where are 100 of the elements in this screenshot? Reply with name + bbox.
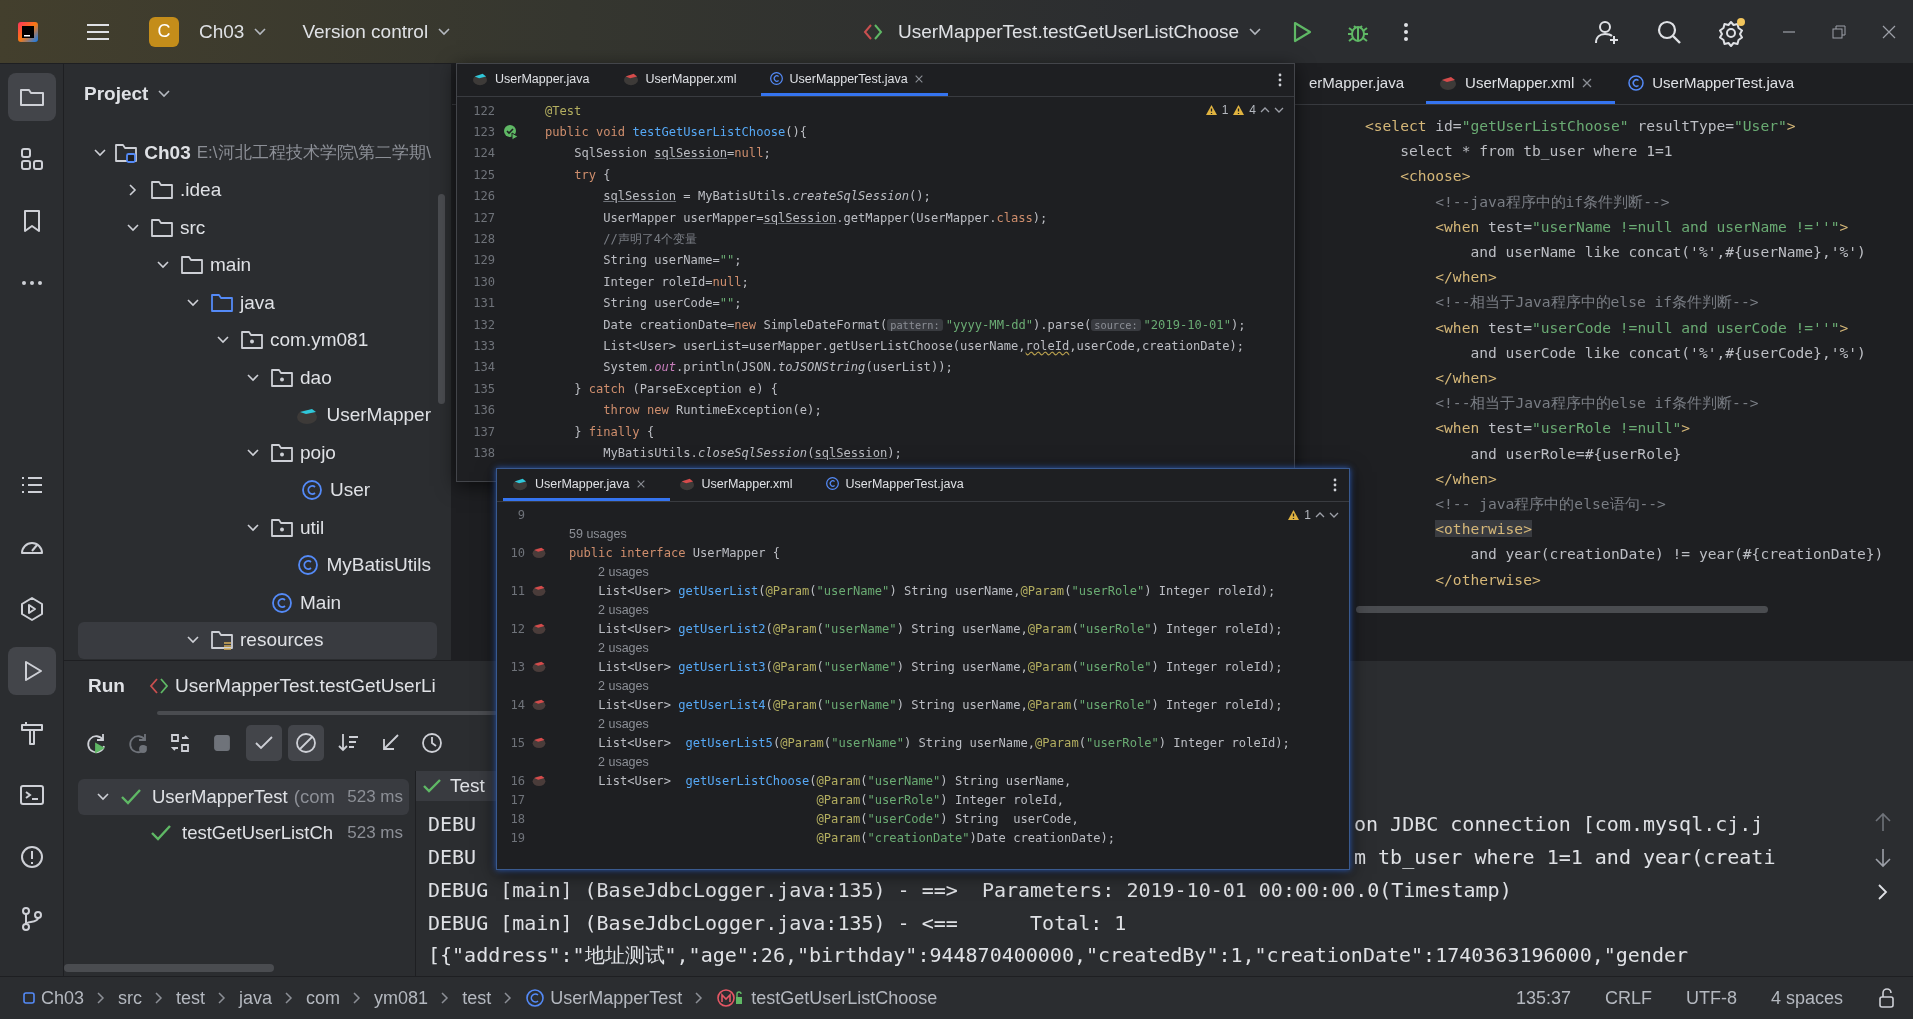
close-tab-icon[interactable] — [913, 73, 924, 84]
tree-item[interactable]: pojo — [78, 434, 437, 472]
chevron-down-icon[interactable] — [1329, 511, 1339, 519]
warning-icon[interactable] — [1287, 509, 1301, 521]
test-tree-item[interactable]: testGetUserListCh 523 ms — [78, 815, 409, 851]
close-icon[interactable] — [1881, 23, 1897, 40]
run-test-icon[interactable] — [503, 124, 519, 141]
run-configuration-selector[interactable]: UserMapperTest.testGetUserListChoose — [890, 14, 1270, 49]
indent-setting[interactable]: 4 spaces — [1770, 987, 1843, 1009]
editor-tab[interactable]: UserMapper.java — [503, 469, 670, 501]
breadcrumb-separator-icon — [284, 991, 295, 1005]
usages-hint[interactable]: 2 usages — [569, 602, 649, 617]
arrow-up-icon[interactable] — [1874, 811, 1892, 833]
bird-icon[interactable] — [531, 736, 547, 749]
more-icon[interactable] — [1333, 478, 1337, 492]
breadcrumb-item[interactable]: test — [462, 987, 492, 1009]
swap-icon — [168, 731, 192, 755]
tree-item[interactable]: Ch03 E:\河北工程技术学院\第二学期\ — [78, 134, 437, 172]
tree-item[interactable]: UserMapper — [78, 396, 437, 434]
show-ignored-button[interactable] — [288, 725, 324, 761]
run-panel-title: Run — [88, 675, 125, 697]
test-tree-item[interactable]: UserMapperTest (com 523 ms — [78, 779, 409, 815]
rerun-icon — [126, 731, 150, 755]
breadcrumb-item[interactable]: testGetUserListChoose — [716, 987, 938, 1009]
tree-item[interactable]: java — [78, 284, 437, 322]
breadcrumb-item[interactable]: ym081 — [374, 987, 429, 1009]
project-tool-button[interactable] — [7, 73, 56, 121]
tree-item[interactable]: src — [78, 209, 437, 247]
tree-item[interactable]: com.ym081 — [78, 321, 437, 359]
usages-hint[interactable]: 2 usages — [569, 564, 649, 579]
restore-icon[interactable] — [1831, 23, 1847, 40]
app-logo-icon[interactable] — [17, 20, 39, 43]
settings-icon[interactable] — [1717, 16, 1747, 47]
run-icon[interactable] — [1291, 19, 1314, 44]
editor-tab[interactable]: UserMapper.java — [463, 64, 614, 96]
editor-tab[interactable]: UserMapperTest.java — [816, 469, 988, 501]
bird-icon[interactable] — [531, 584, 547, 597]
line-separator[interactable]: CRLF — [1604, 987, 1652, 1009]
usages-hint[interactable]: 59 usages — [569, 526, 627, 541]
chevron-up-icon[interactable] — [1315, 511, 1325, 519]
breadcrumb-item[interactable]: java — [239, 987, 273, 1009]
warning-count[interactable]: 1 — [1304, 508, 1311, 522]
version-control-menu[interactable]: Version control — [294, 14, 459, 49]
editor-tab[interactable]: erMapper.java — [1297, 64, 1427, 104]
folder-icon — [210, 629, 234, 652]
warning-count[interactable]: 4 — [1249, 103, 1256, 117]
bird-icon[interactable] — [531, 622, 547, 635]
editor-tab[interactable]: UserMapper.xml — [613, 64, 761, 96]
scrollbar-thumb[interactable] — [438, 194, 445, 404]
bird-icon[interactable] — [531, 774, 547, 787]
more-icon[interactable] — [1278, 73, 1282, 87]
scrollbar-thumb[interactable] — [1356, 605, 1768, 613]
show-passed-button[interactable] — [246, 725, 282, 761]
caret-position[interactable]: 135:37 — [1515, 987, 1571, 1009]
breadcrumb-item[interactable]: Ch03 — [22, 987, 85, 1009]
usages-hint[interactable]: 2 usages — [569, 640, 649, 655]
project-name-menu[interactable]: Ch03 — [191, 14, 275, 49]
warning-count[interactable]: 1 — [1221, 103, 1229, 117]
close-tab-icon[interactable] — [1581, 76, 1594, 89]
breadcrumb-item[interactable]: UserMapperTest — [525, 987, 683, 1009]
tree-item[interactable]: User — [78, 471, 437, 509]
arrow-down-icon[interactable] — [1874, 847, 1892, 869]
lock-icon[interactable] — [1877, 987, 1897, 1009]
close-tab-icon[interactable] — [635, 478, 646, 489]
warning-icon[interactable] — [1204, 104, 1218, 116]
editor-tab[interactable]: UserMapper.xml — [669, 469, 817, 501]
console-line: DEBU — [428, 844, 477, 869]
tree-item[interactable]: Main — [78, 584, 437, 622]
tree-item[interactable]: main — [78, 246, 437, 284]
breadcrumb-item[interactable]: test — [176, 987, 206, 1009]
tree-item[interactable]: .idea — [78, 171, 437, 209]
bird-icon[interactable] — [531, 546, 547, 559]
usages-hint[interactable]: 2 usages — [569, 678, 649, 693]
caret-icon — [1249, 27, 1262, 36]
tree-item[interactable]: dao — [78, 359, 437, 397]
bird-icon[interactable] — [531, 698, 547, 711]
run-tool-button[interactable] — [7, 647, 56, 695]
file-encoding[interactable]: UTF-8 — [1685, 987, 1737, 1009]
tree-item[interactable]: util — [78, 509, 437, 547]
more-icon[interactable] — [1403, 20, 1410, 43]
panel-title-menu[interactable]: Project — [78, 82, 177, 106]
tree-item[interactable]: resources — [78, 621, 437, 659]
usages-hint[interactable]: 2 usages — [569, 716, 649, 731]
usages-hint[interactable]: 2 usages — [569, 754, 649, 769]
breadcrumb-item[interactable]: src — [118, 987, 143, 1009]
chevron-right-icon[interactable] — [1876, 883, 1890, 901]
scrollbar-thumb[interactable] — [64, 964, 274, 972]
code-line: System.out.println(JSON.toJSONString(userList)); — [602, 360, 953, 375]
chevron-up-icon[interactable] — [1260, 106, 1270, 114]
code-line: SqlSession sqlSession=null; — [573, 146, 771, 161]
warning-icon[interactable] — [1232, 104, 1246, 116]
breadcrumb-item[interactable]: com — [306, 987, 341, 1009]
chevron-down-icon[interactable] — [1274, 106, 1284, 114]
code-line: <!--相当于Java程序中的else if条件判断--> — [1434, 393, 1760, 414]
editor-tab[interactable]: UserMapperTest.java — [1615, 64, 1816, 104]
bird-icon[interactable] — [531, 660, 547, 673]
code-line: <choose> — [1399, 166, 1472, 187]
tree-item[interactable]: MyBatisUtils — [78, 546, 437, 584]
editor-tab[interactable]: UserMapperTest.java — [760, 64, 948, 96]
editor-tab[interactable]: UserMapper.xml — [1426, 64, 1616, 104]
